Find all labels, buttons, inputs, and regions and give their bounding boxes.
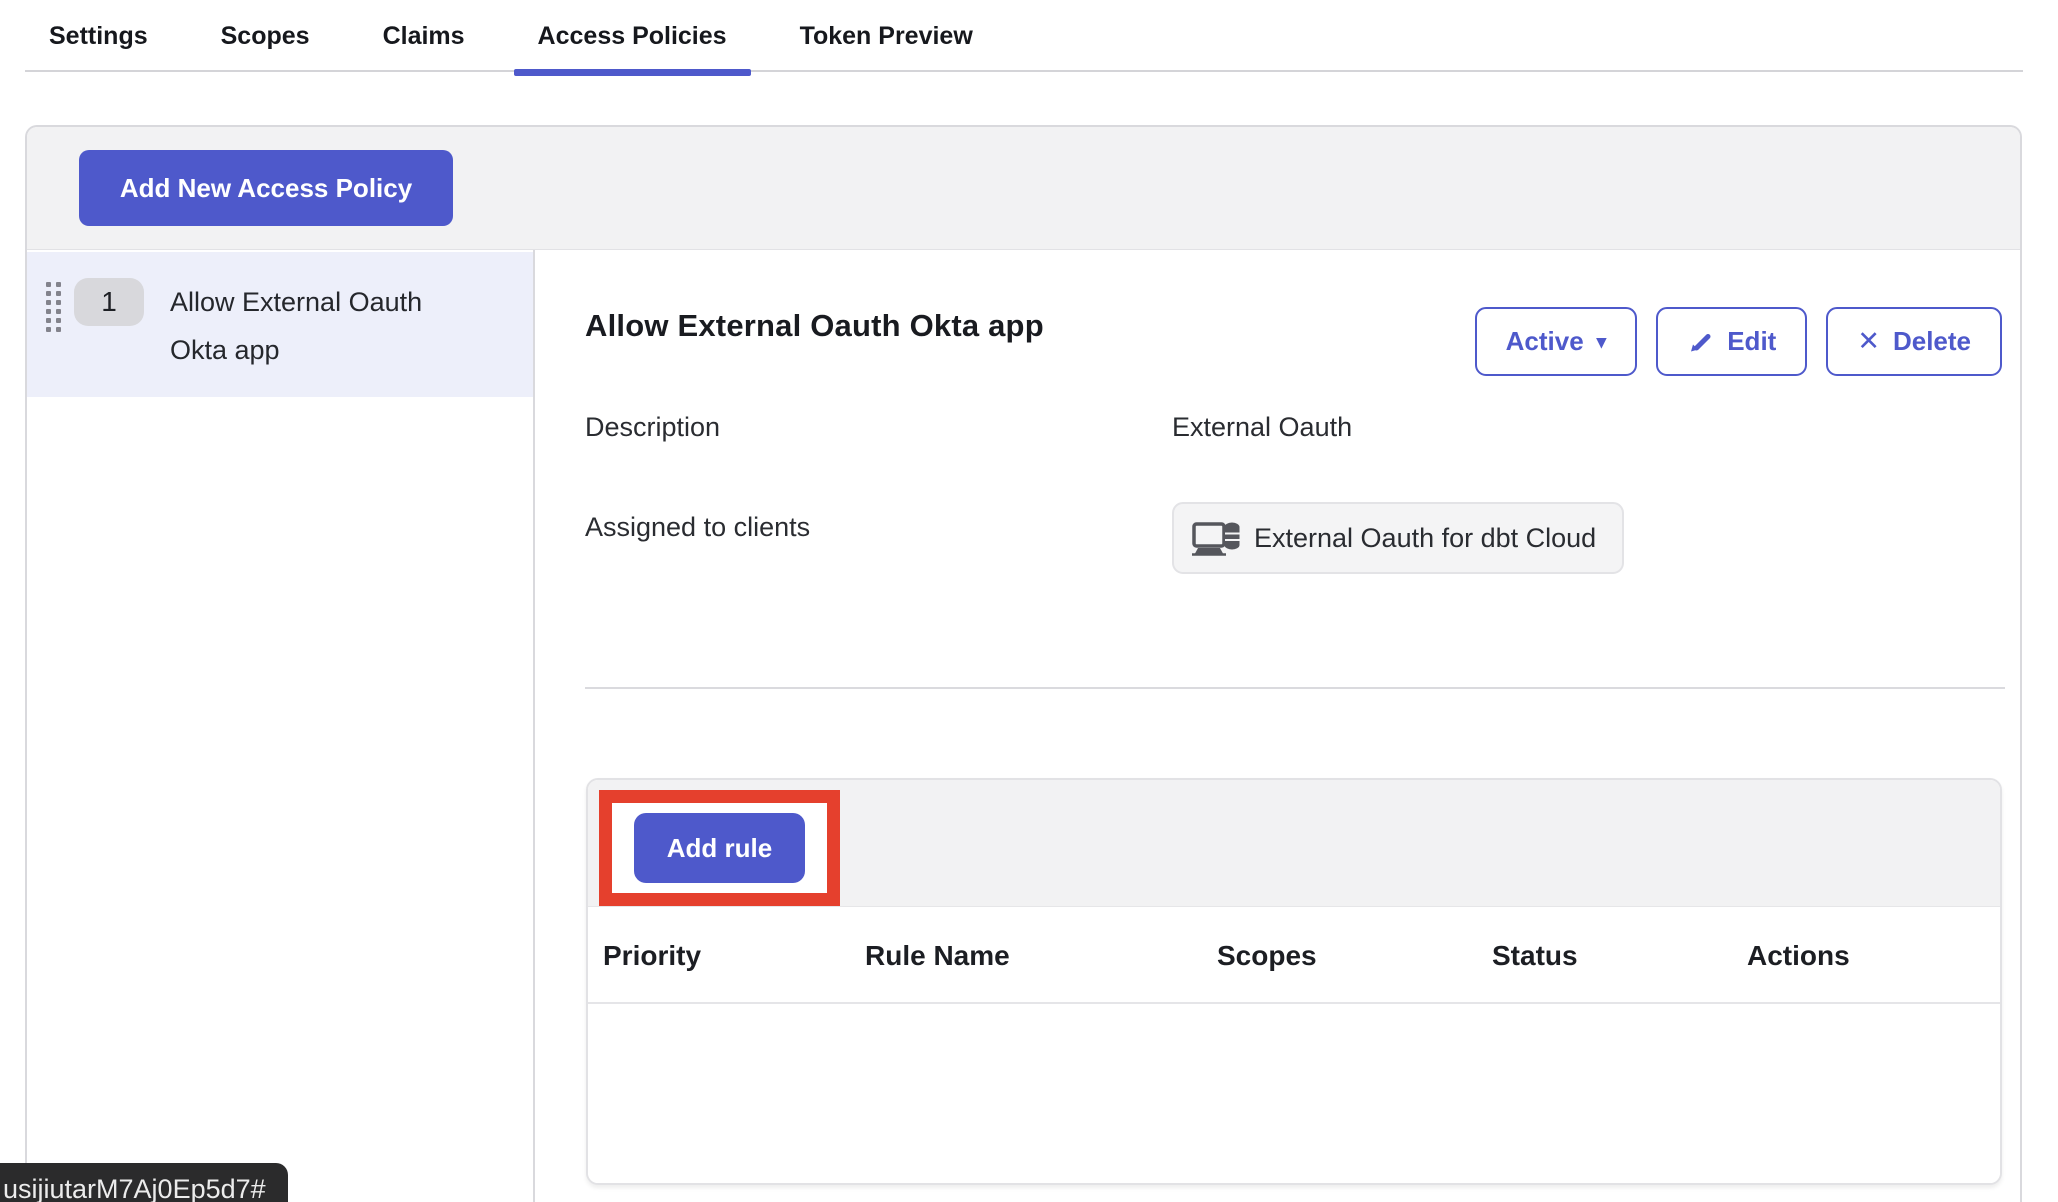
tab-access-policies[interactable]: Access Policies bbox=[538, 0, 727, 72]
description-value: External Oauth bbox=[1172, 412, 1352, 443]
tab-token-preview[interactable]: Token Preview bbox=[800, 0, 973, 72]
policy-order-badge: 1 bbox=[74, 278, 144, 326]
annotation-highlight-box: Add rule bbox=[599, 790, 840, 906]
column-priority: Priority bbox=[603, 907, 701, 1004]
section-divider bbox=[585, 687, 2005, 689]
policy-list-item[interactable]: 1 Allow External Oauth Okta app bbox=[27, 252, 533, 397]
chevron-down-icon: ▾ bbox=[1597, 333, 1607, 352]
policy-name: Allow External Oauth Okta app bbox=[170, 278, 460, 374]
column-status: Status bbox=[1492, 907, 1578, 1004]
rules-card-header: Add rule bbox=[588, 780, 2000, 907]
access-policies-panel: Add New Access Policy 1 Allow External O… bbox=[25, 125, 2022, 1202]
status-label: Active bbox=[1506, 326, 1584, 357]
status-dropdown-button[interactable]: Active ▾ bbox=[1475, 307, 1638, 376]
client-device-icon bbox=[1192, 517, 1240, 559]
tab-claims[interactable]: Claims bbox=[383, 0, 465, 72]
drag-handle-icon[interactable] bbox=[46, 282, 61, 332]
assigned-clients-label: Assigned to clients bbox=[585, 512, 810, 543]
policy-list: 1 Allow External Oauth Okta app bbox=[27, 250, 535, 1202]
column-actions: Actions bbox=[1747, 907, 1850, 1004]
client-chip-label: External Oauth for dbt Cloud bbox=[1254, 523, 1596, 554]
url-preview-tooltip: usijiutarM7Aj0Ep5d7# bbox=[0, 1163, 288, 1202]
policy-actions: Active ▾ Edit ✕ De bbox=[1475, 307, 2002, 376]
edit-label: Edit bbox=[1727, 326, 1776, 357]
delete-button[interactable]: ✕ Delete bbox=[1826, 307, 2002, 376]
rules-card: Add rule Priority Rule Name Scopes Statu… bbox=[586, 778, 2002, 1185]
tab-scopes[interactable]: Scopes bbox=[221, 0, 310, 72]
close-x-icon: ✕ bbox=[1857, 328, 1880, 355]
pencil-icon bbox=[1687, 328, 1714, 355]
add-rule-button[interactable]: Add rule bbox=[634, 813, 805, 883]
assigned-client-chip[interactable]: External Oauth for dbt Cloud bbox=[1172, 502, 1624, 574]
column-rule-name: Rule Name bbox=[865, 907, 1010, 1004]
policy-title: Allow External Oauth Okta app bbox=[585, 308, 1044, 344]
column-scopes: Scopes bbox=[1217, 907, 1317, 1004]
rules-table-header: Priority Rule Name Scopes Status Actions bbox=[588, 907, 2000, 1004]
tab-bar: Settings Scopes Claims Access Policies T… bbox=[49, 0, 973, 72]
tab-settings[interactable]: Settings bbox=[49, 0, 148, 72]
policy-detail: Allow External Oauth Okta app Active ▾ bbox=[535, 250, 2020, 1202]
add-new-access-policy-button[interactable]: Add New Access Policy bbox=[79, 150, 453, 226]
delete-label: Delete bbox=[1893, 326, 1971, 357]
panel-body: 1 Allow External Oauth Okta app Allow Ex… bbox=[27, 250, 2020, 1202]
rules-table-body-empty bbox=[588, 1004, 2000, 1185]
edit-button[interactable]: Edit bbox=[1656, 307, 1807, 376]
okta-auth-server-screen: Settings Scopes Claims Access Policies T… bbox=[0, 0, 2058, 1202]
description-label: Description bbox=[585, 412, 720, 443]
panel-header: Add New Access Policy bbox=[27, 127, 2020, 250]
